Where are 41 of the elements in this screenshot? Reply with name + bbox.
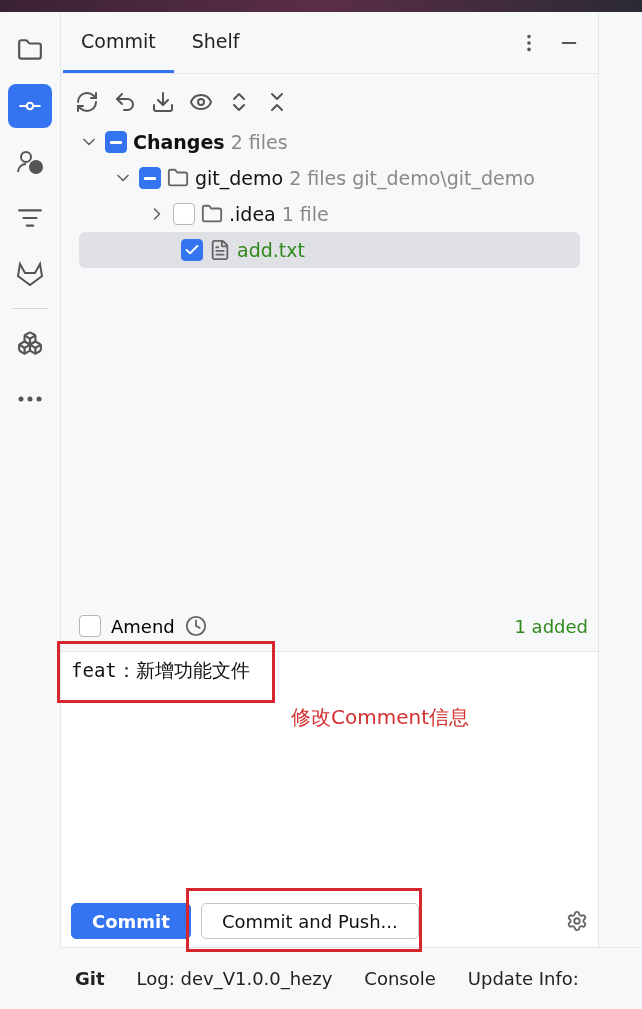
node-name: .idea [229,203,276,225]
folder-icon [167,167,189,189]
fox-icon [16,260,44,288]
node-name: add.txt [237,239,305,261]
minus-icon [110,140,122,144]
folder-icon [17,37,43,63]
blocks-icon [17,330,43,356]
module-path: git_demo\git_demo [352,167,535,189]
commit-message: feat：新增功能文件 [71,658,251,683]
checkbox[interactable] [181,239,203,261]
tool-window-button[interactable] [8,84,52,128]
changes-summary: 1 added [514,615,588,637]
download-icon[interactable] [151,90,175,114]
more-icon [18,396,42,402]
file-count: 2 files [230,131,288,153]
clock-icon[interactable] [184,615,207,637]
node-name: Changes [133,131,225,153]
amend-checkbox[interactable] [79,615,101,637]
bottom-tab[interactable]: Git [61,968,119,989]
checkbox[interactable] [105,131,127,153]
annotation-text: 修改Comment信息 [291,704,469,731]
folder-icon [201,203,223,225]
commit-message-field[interactable]: feat：新增功能文件 修改Comment信息 [61,652,598,895]
checkbox[interactable] [139,167,161,189]
rollback-icon[interactable] [113,90,137,114]
text-file-icon [209,239,231,261]
checkbox[interactable] [173,203,195,225]
commit-button[interactable]: Commit [71,903,191,939]
minus-icon [144,176,156,180]
tab[interactable]: Shelf [173,12,258,73]
file-count: 1 file [281,203,329,225]
file-count: 2 files [289,167,347,189]
bottom-tab[interactable]: Log: dev_V1.0.0_hezy [122,968,347,989]
commit-and-push-button[interactable]: Commit and Push... [200,903,419,939]
node-name: git_demo [195,167,284,189]
amend-label: Amend [111,615,175,637]
settings-icon[interactable] [566,910,588,932]
bottom-tab[interactable]: Update Info: [453,968,593,989]
refresh-icon[interactable] [75,90,99,114]
bottom-tab[interactable]: Console [350,968,450,989]
tab[interactable]: Commit [63,12,174,73]
